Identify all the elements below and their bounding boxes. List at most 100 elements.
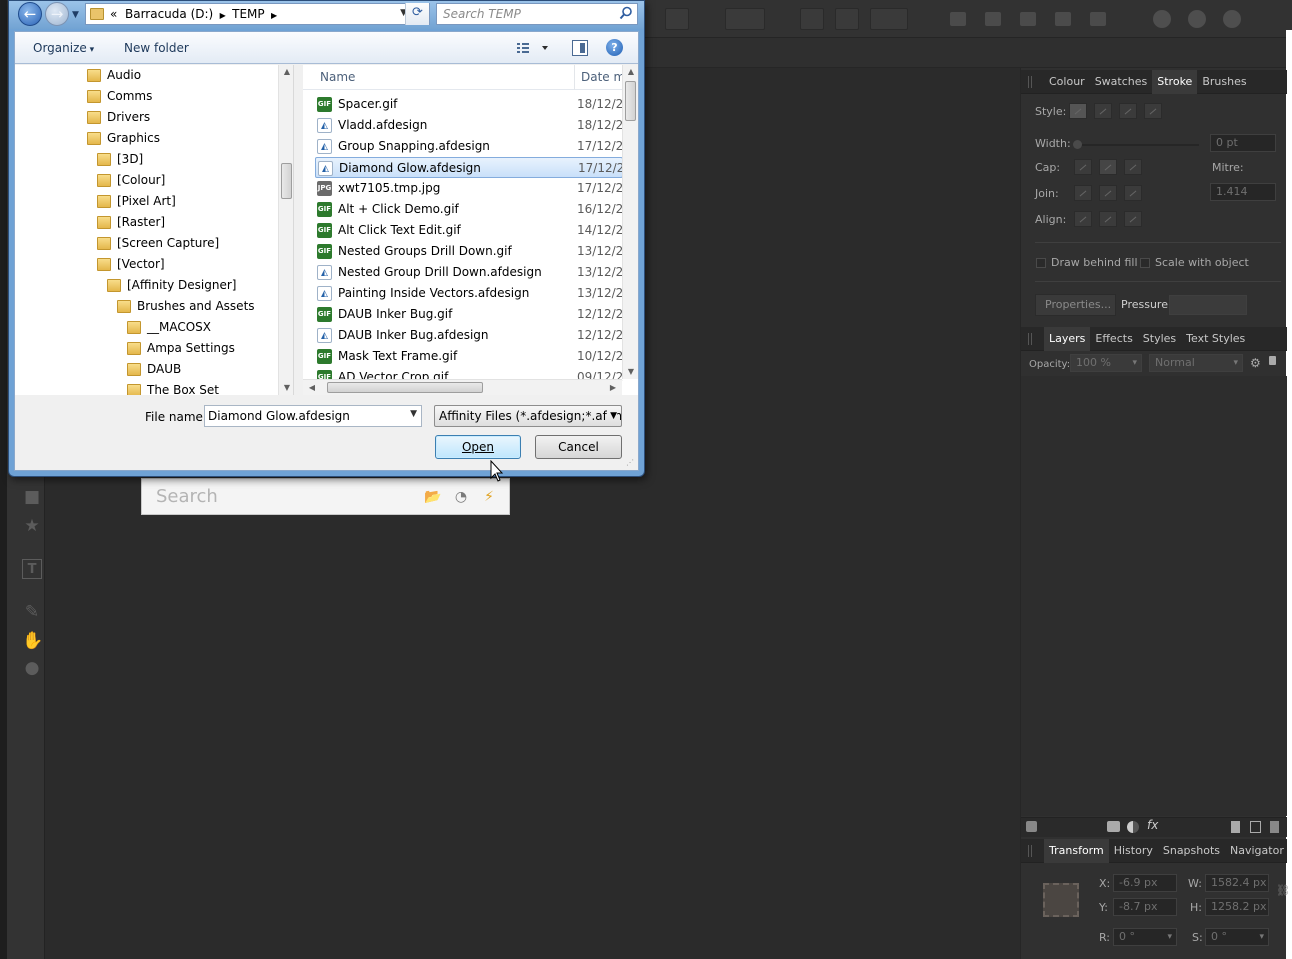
grid-toggle-icon[interactable] — [800, 8, 824, 30]
persona-icon[interactable] — [1153, 10, 1171, 28]
breadcrumb-separator-icon[interactable]: ▶ — [217, 11, 228, 20]
cap-round-icon[interactable] — [1099, 159, 1117, 175]
boolean-subtract-icon[interactable] — [985, 12, 1001, 26]
file-row[interactable]: GIF Mask Text Frame.gif 10/12/201 — [315, 346, 623, 367]
scroll-up-arrow-icon[interactable]: ▲ — [279, 65, 293, 79]
panel-grip-icon[interactable] — [1028, 333, 1032, 345]
boolean-xor-icon[interactable] — [1055, 12, 1071, 26]
lock-icon[interactable] — [1269, 356, 1276, 365]
view-options-icon[interactable] — [515, 40, 559, 56]
recent-locations-chevron-icon[interactable]: ▼ — [72, 10, 79, 20]
magnet-dropdown-icon[interactable] — [870, 8, 908, 30]
w-field[interactable]: 1582.4 px — [1205, 874, 1269, 892]
file-hscroll-thumb[interactable] — [327, 382, 483, 393]
snapping-icon[interactable] — [835, 8, 859, 30]
star-tool-icon[interactable]: ★ — [22, 516, 42, 536]
tab-effects[interactable]: Effects — [1090, 327, 1137, 351]
mitre-field[interactable]: 1.414 — [1210, 183, 1276, 201]
file-row[interactable]: GIF Alt Click Text Edit.gif 14/12/201 — [315, 220, 623, 241]
align-center-icon[interactable] — [1074, 211, 1092, 227]
file-list-scrollbar[interactable]: ▲ ▼ — [622, 65, 638, 379]
file-row[interactable]: GIF Spacer.gif 18/12/201 — [315, 94, 623, 115]
zoom-tool-icon[interactable]: ● — [22, 658, 42, 678]
search-icon[interactable] — [619, 6, 633, 20]
address-bar[interactable]: « Barracuda (D:) ▶ TEMP ▶ ▼ — [85, 3, 430, 25]
tree-scrollbar[interactable]: ▲ ▼ — [278, 65, 293, 395]
refresh-icon[interactable]: ⟳ — [405, 3, 429, 25]
breadcrumb-overflow[interactable]: « — [110, 7, 117, 21]
breadcrumb-folder[interactable]: TEMP — [232, 7, 265, 21]
y-field[interactable]: -8.7 px — [1113, 898, 1177, 916]
scroll-up-arrow-icon[interactable]: ▲ — [623, 65, 638, 79]
join-miter-icon[interactable] — [1074, 185, 1092, 201]
x-field[interactable]: -6.9 px — [1113, 874, 1177, 892]
scroll-left-arrow-icon[interactable]: ◀ — [305, 380, 319, 395]
boolean-divide-icon[interactable] — [1090, 12, 1106, 26]
file-row[interactable]: GIF DAUB Inker Bug.gif 12/12/201 — [315, 304, 623, 325]
file-row[interactable]: ◭ Nested Group Drill Down.afdesign 13/12/2… — [315, 262, 623, 283]
tab-layers[interactable]: Layers — [1044, 326, 1091, 351]
boolean-intersect-icon[interactable] — [1020, 12, 1036, 26]
width-slider[interactable] — [1079, 144, 1199, 146]
clock-icon[interactable]: ◔ — [452, 488, 470, 506]
app-search-bar[interactable]: Search 📂 ◔ ⚡ — [141, 478, 510, 515]
tab-snapshots[interactable]: Snapshots — [1158, 839, 1225, 863]
help-icon[interactable]: ? — [606, 39, 623, 56]
shear-field[interactable]: 0 ° — [1205, 928, 1269, 946]
rotation-field[interactable]: 0 ° — [1113, 928, 1177, 946]
dialog-search-box[interactable] — [436, 3, 638, 25]
file-name-input[interactable] — [205, 406, 401, 426]
file-type-select[interactable]: Affinity Files (*.afdesign;*.afphc ▼ — [434, 405, 622, 427]
pencil-tool-icon[interactable]: ✎ — [22, 602, 42, 622]
tree-scroll-thumb[interactable] — [281, 163, 292, 199]
blend-mode-dropdown[interactable]: Normal — [1149, 354, 1243, 372]
align-inside-icon[interactable] — [1099, 211, 1117, 227]
join-round-icon[interactable] — [1099, 185, 1117, 201]
tab-transform[interactable]: Transform — [1044, 838, 1109, 863]
scroll-down-arrow-icon[interactable]: ▼ — [279, 381, 293, 395]
add-group-icon[interactable] — [1250, 821, 1261, 833]
stroke-style-none-icon[interactable] — [1069, 103, 1087, 119]
fx-icon[interactable]: fx — [1147, 818, 1158, 832]
new-folder-button[interactable]: New folder — [124, 41, 189, 55]
file-name-combobox[interactable]: ▼ — [204, 405, 422, 427]
anchor-selector-icon[interactable] — [1043, 883, 1079, 917]
tab-stroke[interactable]: Stroke — [1152, 69, 1198, 94]
properties-button[interactable]: Properties... — [1035, 294, 1116, 316]
panel-grip-icon[interactable] — [1028, 845, 1032, 857]
column-header-name[interactable]: Name — [320, 70, 355, 84]
file-scroll-thumb[interactable] — [625, 81, 636, 121]
width-field[interactable]: 0 pt — [1210, 134, 1276, 152]
width-slider-handle[interactable] — [1073, 140, 1082, 149]
cap-butt-icon[interactable] — [1074, 159, 1092, 175]
forward-arrow-icon[interactable]: → — [45, 2, 69, 26]
breadcrumb-drive[interactable]: Barracuda (D:) — [125, 7, 213, 21]
opacity-dropdown[interactable]: 100 % — [1070, 354, 1142, 372]
lightning-icon[interactable]: ⚡ — [480, 488, 498, 506]
rectangle-tool-icon[interactable]: ■ — [22, 487, 42, 507]
persona-icon[interactable] — [1188, 10, 1206, 28]
join-bevel-icon[interactable] — [1124, 185, 1142, 201]
tab-colour[interactable]: Colour — [1044, 70, 1090, 94]
boolean-add-icon[interactable] — [950, 12, 966, 26]
cap-square-icon[interactable] — [1124, 159, 1142, 175]
cancel-button[interactable]: Cancel — [535, 435, 622, 459]
folder-open-icon[interactable]: 📂 — [424, 488, 442, 506]
text-tool-icon[interactable]: T — [22, 559, 42, 579]
search-input[interactable] — [437, 4, 613, 24]
h-field[interactable]: 1258.2 px — [1205, 898, 1269, 916]
panel-grip-icon[interactable] — [1028, 76, 1032, 88]
add-layer-icon[interactable] — [1231, 821, 1240, 833]
scale-with-object-checkbox[interactable] — [1140, 258, 1150, 268]
organize-button[interactable]: Organize — [33, 41, 94, 55]
back-arrow-icon[interactable]: ← — [18, 2, 42, 26]
draw-behind-fill-checkbox[interactable] — [1036, 258, 1046, 268]
resize-grip-icon[interactable]: ⋰ — [626, 458, 636, 468]
chevron-down-icon[interactable]: ▼ — [607, 406, 617, 426]
tab-swatches[interactable]: Swatches — [1090, 70, 1153, 94]
file-row[interactable]: ◭ Painting Inside Vectors.afdesign 13/12/2… — [315, 283, 623, 304]
stroke-style-solid-icon[interactable] — [1094, 103, 1112, 119]
gear-icon[interactable]: ⚙ — [1250, 356, 1261, 370]
mask-icon[interactable] — [1107, 821, 1120, 832]
scroll-right-arrow-icon[interactable]: ▶ — [606, 380, 620, 395]
